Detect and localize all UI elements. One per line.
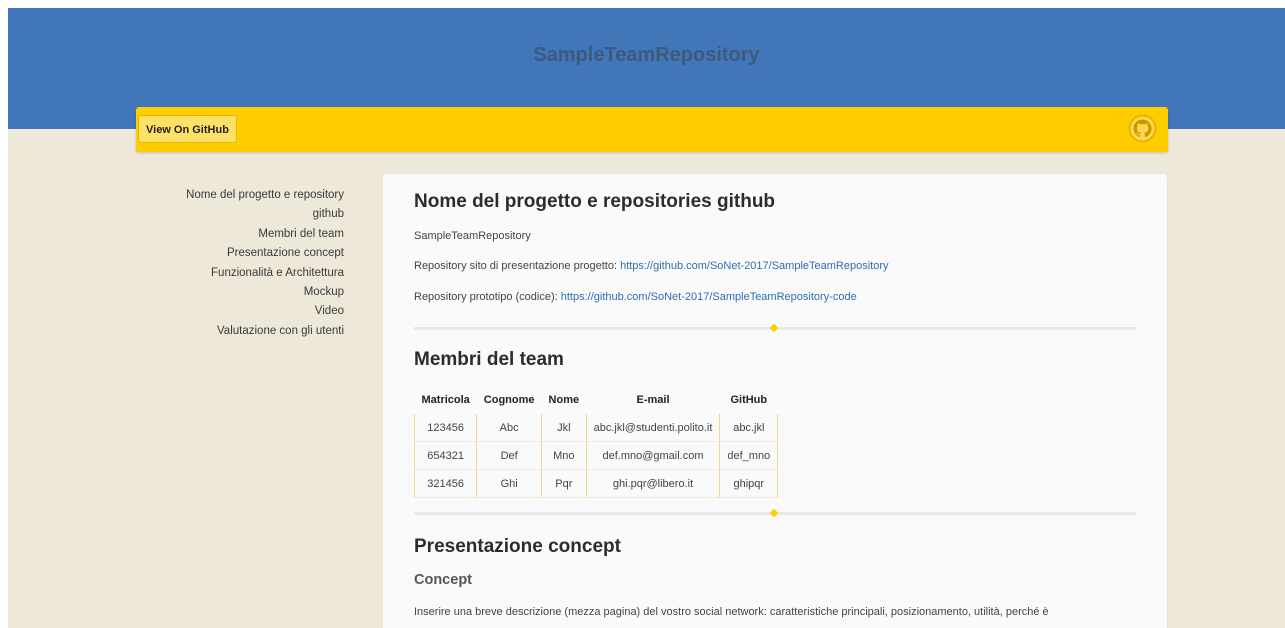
table-row: 321456 Ghi Pqr ghi.pqr@libero.it ghipqr bbox=[413, 469, 779, 498]
section-heading-concept: Presentazione concept bbox=[414, 536, 621, 557]
code-repo-link[interactable]: https://github.com/SoNet-2017/SampleTeam… bbox=[561, 291, 857, 303]
project-name: SampleTeamRepository bbox=[414, 230, 531, 242]
table-cell: ghipqr bbox=[719, 469, 779, 498]
github-octocat-icon[interactable] bbox=[1128, 114, 1157, 143]
table-cell: Abc bbox=[476, 414, 543, 442]
table-cell: def_mno bbox=[719, 441, 779, 470]
site-repo-link[interactable]: https://github.com/SoNet-2017/SampleTeam… bbox=[620, 260, 888, 272]
table-cell: 654321 bbox=[413, 441, 478, 470]
column-header: Nome bbox=[548, 394, 580, 406]
toc-item-mockup[interactable]: Mockup bbox=[168, 283, 344, 302]
table-header-row: Matricola Cognome Nome E-mail GitHub bbox=[415, 386, 778, 414]
table-row: 123456 Abc Jkl abc.jkl@studenti.polito.i… bbox=[413, 414, 779, 442]
toc-item-evaluation[interactable]: Valutazione con gli utenti bbox=[168, 322, 344, 341]
table-cell: 123456 bbox=[413, 414, 478, 442]
code-repo-line: Repository prototipo (codice): https://g… bbox=[414, 291, 857, 303]
column-header: GitHub bbox=[730, 394, 768, 406]
code-repo-label: Repository prototipo (codice): bbox=[414, 291, 558, 303]
table-cell: def.mno@gmail.com bbox=[585, 441, 721, 470]
concept-description: Inserire una breve descrizione (mezza pa… bbox=[414, 606, 1049, 618]
main-content: Nome del progetto e repositories github … bbox=[383, 174, 1167, 628]
table-cell: abc.jkl@studenti.polito.it bbox=[585, 414, 721, 442]
site-repo-line: Repository sito di presentazione progett… bbox=[414, 260, 889, 272]
subheading-concept: Concept bbox=[414, 572, 472, 588]
divider-diamond bbox=[769, 508, 779, 518]
divider-diamond bbox=[769, 323, 779, 333]
team-table: Matricola Cognome Nome E-mail GitHub 123… bbox=[413, 386, 779, 498]
section-divider bbox=[414, 508, 1136, 518]
page-frame: SampleTeamRepository View On GitHub Nome… bbox=[8, 8, 1285, 628]
table-row: 654321 Def Mno def.mno@gmail.com def_mno bbox=[413, 441, 779, 470]
toc-item-architecture[interactable]: Funzionalità e Architettura bbox=[168, 264, 344, 283]
view-on-github-button[interactable]: View On GitHub bbox=[138, 115, 237, 143]
table-cell: Def bbox=[476, 441, 543, 470]
section-heading-project: Nome del progetto e repositories github bbox=[414, 191, 776, 212]
column-header: E-mail bbox=[636, 394, 670, 406]
toc-item-team[interactable]: Membri del team bbox=[168, 225, 344, 244]
toc-item-project[interactable]: Nome del progetto e repository github bbox=[168, 186, 344, 225]
toc-item-concept[interactable]: Presentazione concept bbox=[168, 244, 344, 263]
table-cell: Mno bbox=[541, 441, 587, 470]
column-header: Matricola bbox=[421, 394, 470, 406]
github-ribbon: View On GitHub bbox=[136, 107, 1168, 152]
site-repo-label: Repository sito di presentazione progett… bbox=[414, 260, 618, 272]
table-cell: 321456 bbox=[413, 469, 478, 498]
table-cell: Jkl bbox=[541, 414, 587, 442]
site-title: SampleTeamRepository bbox=[533, 44, 760, 66]
table-cell: abc.jkl bbox=[719, 414, 779, 442]
section-divider bbox=[414, 323, 1136, 333]
section-heading-team: Membri del team bbox=[414, 349, 564, 370]
table-cell: Pqr bbox=[541, 469, 587, 498]
table-cell: Ghi bbox=[476, 469, 543, 498]
column-header: Cognome bbox=[483, 394, 535, 406]
table-of-contents: Nome del progetto e repository github Me… bbox=[168, 186, 344, 341]
table-cell: ghi.pqr@libero.it bbox=[585, 469, 721, 498]
toc-item-video[interactable]: Video bbox=[168, 302, 344, 321]
